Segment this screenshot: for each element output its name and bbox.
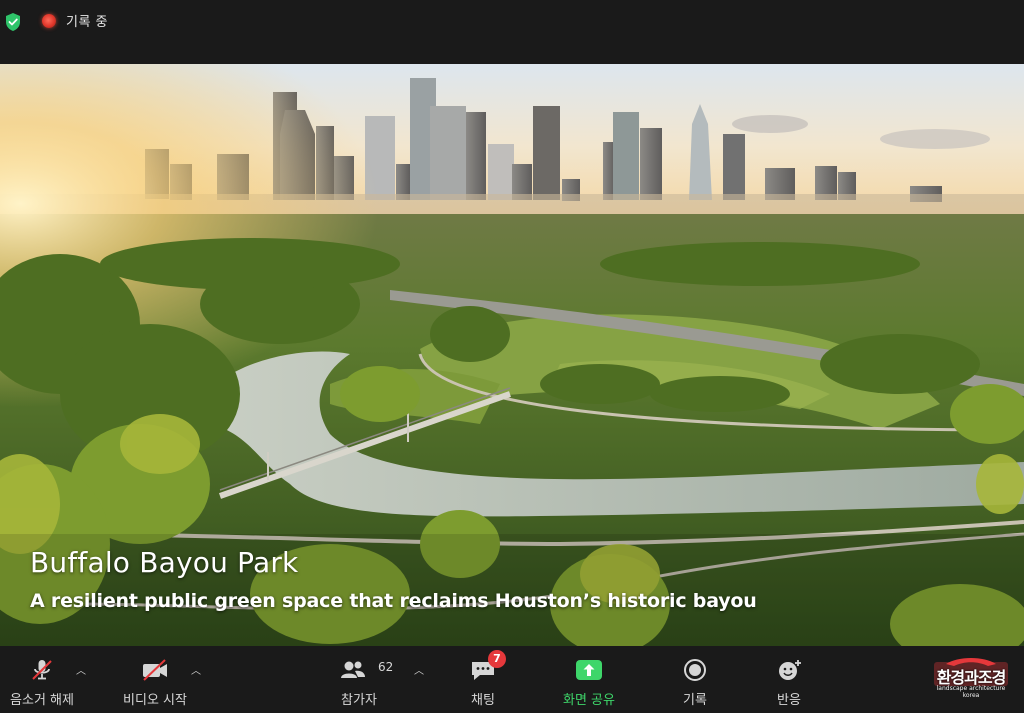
reactions-label: 반응 (777, 693, 801, 708)
participants-label: 참가자 (341, 693, 377, 708)
participants-button[interactable]: 참가자 (330, 646, 388, 713)
record-button[interactable]: 기록 (668, 646, 722, 713)
start-video-button[interactable]: 비디오 시작 (110, 646, 200, 713)
unmute-button[interactable]: 음소거 해제 (0, 646, 84, 713)
video-options-chevron-icon[interactable]: ︿ (191, 662, 201, 677)
share-screen-button[interactable]: 화면 공유 (550, 646, 628, 713)
video-off-icon (143, 659, 167, 681)
share-screen-label: 화면 공유 (563, 693, 615, 708)
meeting-toolbar: 음소거 해제 ︿ 비디오 시작 ︿ 참가자 62 ︿ 채팅 7 화면 공유 기록… (0, 646, 1024, 713)
shared-screen-slide: Buffalo Bayou Park A resilient public gr… (0, 64, 1024, 646)
unmute-label: 음소거 해제 (10, 693, 74, 708)
reactions-button[interactable]: 반응 (762, 646, 816, 713)
reaction-icon (779, 660, 801, 680)
publisher-logo: 환경과조경 landscape architecture korea (928, 654, 1014, 700)
microphone-muted-icon (32, 660, 52, 680)
recording-indicator-icon (42, 14, 56, 28)
security-shield-icon[interactable] (4, 12, 22, 32)
recording-status-label: 기록 중 (66, 15, 109, 30)
participants-count: 62 (378, 660, 394, 674)
audio-options-chevron-icon[interactable]: ︿ (76, 662, 86, 677)
start-video-label: 비디오 시작 (123, 693, 187, 708)
top-bar: 기록 중 (0, 0, 1024, 64)
chat-label: 채팅 (471, 693, 495, 708)
participants-icon (341, 661, 366, 678)
share-screen-icon (576, 660, 602, 680)
record-icon (684, 659, 706, 681)
record-label: 기록 (683, 693, 707, 708)
chat-unread-badge: 7 (488, 650, 506, 668)
logo-subtext: landscape architecture korea (936, 685, 1006, 699)
slide-subtitle: A resilient public green space that recl… (30, 590, 757, 612)
slide-title: Buffalo Bayou Park (30, 546, 299, 579)
participants-options-chevron-icon[interactable]: ︿ (414, 662, 424, 677)
